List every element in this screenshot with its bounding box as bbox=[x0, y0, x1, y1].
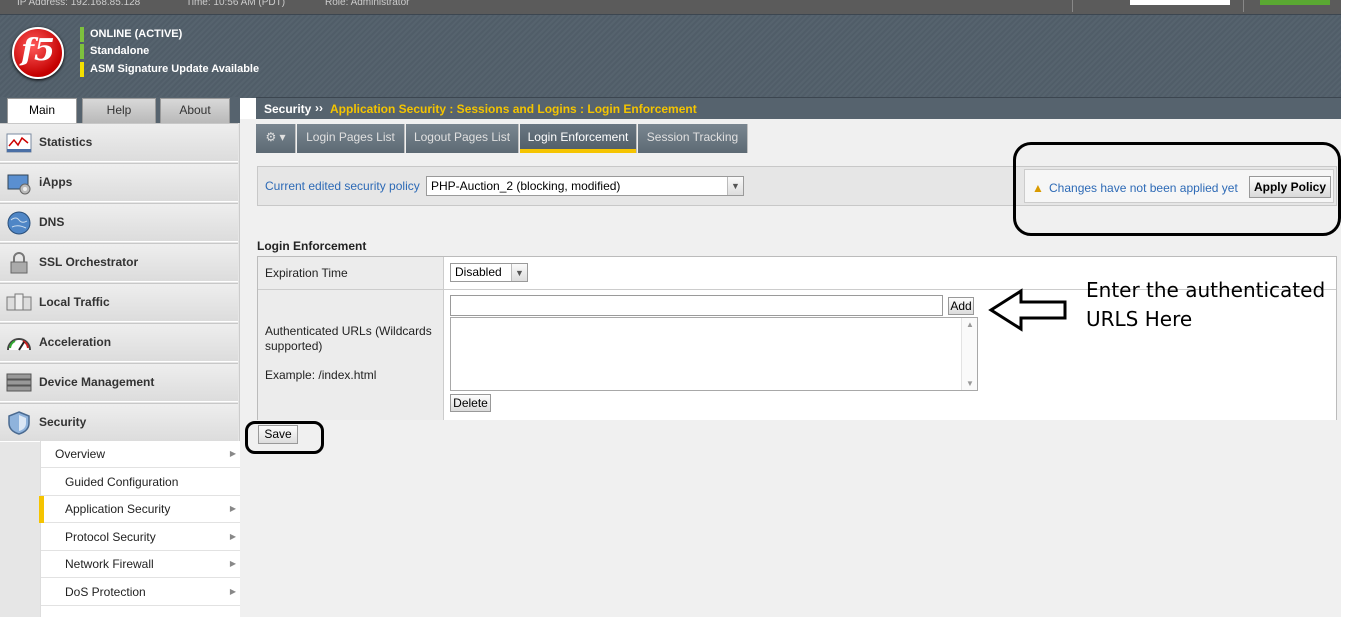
annotation-note: Enter the authenticated URLS Here bbox=[1086, 278, 1326, 331]
security-submenu: Overview ▶ Guided Configuration Applicati… bbox=[39, 441, 240, 617]
tab-session-tracking[interactable]: Session Tracking bbox=[638, 124, 748, 153]
chevron-right-icon: ▶ bbox=[229, 504, 236, 513]
iapps-icon bbox=[7, 174, 31, 195]
tab-main[interactable]: Main bbox=[7, 98, 77, 123]
breadcrumb: Security ›› Application Security : Sessi… bbox=[256, 97, 1341, 119]
chevron-down-icon: ▼ bbox=[966, 379, 974, 388]
chevron-right-icon: ▶ bbox=[229, 449, 236, 458]
chevron-down-icon: ▼ bbox=[511, 264, 527, 281]
role-text: Role: Administrator bbox=[325, 0, 410, 8]
expiration-select[interactable]: Disabled ▼ bbox=[450, 263, 528, 282]
delete-url-button[interactable]: Delete bbox=[450, 394, 491, 412]
tab-login-pages-list[interactable]: Login Pages List bbox=[297, 124, 405, 153]
chevron-right-icon: ▶ bbox=[229, 532, 236, 541]
annotation-ring-save bbox=[245, 421, 324, 454]
server-icon bbox=[6, 373, 32, 392]
speedometer-icon bbox=[7, 338, 31, 351]
annotation-ring-apply bbox=[1013, 142, 1341, 236]
annotation-arrow-icon bbox=[988, 288, 1067, 332]
gear-dropdown-icon: ⚙ ▾ bbox=[265, 130, 286, 144]
status-online: ONLINE (ACTIVE) bbox=[80, 27, 182, 42]
urls-example: Example: /index.html bbox=[265, 368, 377, 382]
top-divider bbox=[1243, 0, 1244, 12]
shield-icon bbox=[8, 411, 30, 435]
policy-select[interactable]: PHP-Auction_2 (blocking, modified) ▼ bbox=[426, 176, 744, 196]
local-traffic-icon bbox=[6, 293, 32, 311]
sidebar-item-ssl-orchestrator[interactable]: SSL Orchestrator bbox=[0, 243, 238, 282]
chevron-up-icon: ▲ bbox=[966, 320, 974, 329]
tab-help[interactable]: Help bbox=[82, 98, 156, 123]
section-title: Login Enforcement bbox=[257, 239, 367, 253]
tab-logout-pages-list[interactable]: Logout Pages List bbox=[406, 124, 519, 153]
f5-logo: f5 bbox=[12, 27, 64, 79]
status-asm-update[interactable]: ASM Signature Update Available bbox=[80, 62, 259, 77]
sidebar-item-security[interactable]: Security bbox=[0, 403, 238, 442]
sidebar-item-acceleration[interactable]: Acceleration bbox=[0, 323, 238, 362]
sidebar: Statistics iApps DNS SSL Orchestrator Lo… bbox=[0, 123, 240, 617]
chevron-down-icon: ▼ bbox=[727, 177, 743, 195]
logout-button[interactable] bbox=[1260, 0, 1330, 5]
top-search-box[interactable] bbox=[1130, 0, 1230, 5]
url-list-scrollbar[interactable]: ▲ ▼ bbox=[961, 318, 977, 390]
sidebar-item-statistics[interactable]: Statistics bbox=[0, 123, 238, 162]
submenu-dos-protection[interactable]: DoS Protection ▶ bbox=[41, 579, 240, 606]
chevron-right-icon: ▶ bbox=[229, 559, 236, 568]
submenu-network-firewall[interactable]: Network Firewall ▶ bbox=[41, 551, 240, 578]
lock-icon bbox=[10, 252, 28, 274]
submenu-protocol-security[interactable]: Protocol Security ▶ bbox=[41, 524, 240, 551]
chevron-right-icon: ▶ bbox=[229, 587, 236, 596]
time-text: Time: 10:56 AM (PDT) bbox=[186, 0, 286, 8]
header: f5 ONLINE (ACTIVE) Standalone ASM Signat… bbox=[0, 14, 1341, 98]
submenu-application-security[interactable]: Application Security ▶ bbox=[39, 496, 240, 523]
status-standalone: Standalone bbox=[80, 44, 149, 59]
statistics-icon bbox=[6, 133, 32, 153]
sidebar-item-iapps[interactable]: iApps bbox=[0, 163, 238, 202]
dns-globe-icon bbox=[7, 211, 31, 235]
expiration-label: Expiration Time bbox=[265, 266, 348, 280]
submenu-guided-configuration[interactable]: Guided Configuration bbox=[41, 469, 240, 496]
policy-label[interactable]: Current edited security policy bbox=[265, 179, 420, 193]
breadcrumb-root[interactable]: Security bbox=[264, 102, 311, 116]
tab-login-enforcement[interactable]: Login Enforcement bbox=[520, 124, 637, 153]
sidebar-item-local-traffic[interactable]: Local Traffic bbox=[0, 283, 238, 322]
tab-about[interactable]: About bbox=[160, 98, 230, 123]
breadcrumb-separator: ›› bbox=[315, 101, 323, 115]
url-list[interactable]: ▲ ▼ bbox=[450, 317, 978, 391]
url-input[interactable] bbox=[450, 295, 943, 316]
breadcrumb-path: Application Security : Sessions and Logi… bbox=[330, 102, 697, 116]
expiration-label-cell: Expiration Time bbox=[258, 257, 444, 290]
sidebar-item-device-management[interactable]: Device Management bbox=[0, 363, 238, 402]
submenu-overview[interactable]: Overview ▶ bbox=[41, 441, 240, 468]
urls-label-cell: Authenticated URLs (Wildcards supported)… bbox=[258, 290, 444, 420]
main-tabs: Main Help About bbox=[0, 97, 240, 123]
ip-address-text: IP Address: 192.168.85.128 bbox=[17, 0, 141, 8]
sidebar-item-dns[interactable]: DNS bbox=[0, 203, 238, 242]
add-url-button[interactable]: Add bbox=[948, 297, 974, 315]
urls-label: Authenticated URLs (Wildcards supported) bbox=[265, 324, 432, 353]
top-info-bar: IP Address: 192.168.85.128 Time: 10:56 A… bbox=[0, 0, 1341, 14]
top-divider bbox=[1072, 0, 1073, 12]
gear-dropdown-button[interactable]: ⚙ ▾ bbox=[256, 124, 296, 153]
